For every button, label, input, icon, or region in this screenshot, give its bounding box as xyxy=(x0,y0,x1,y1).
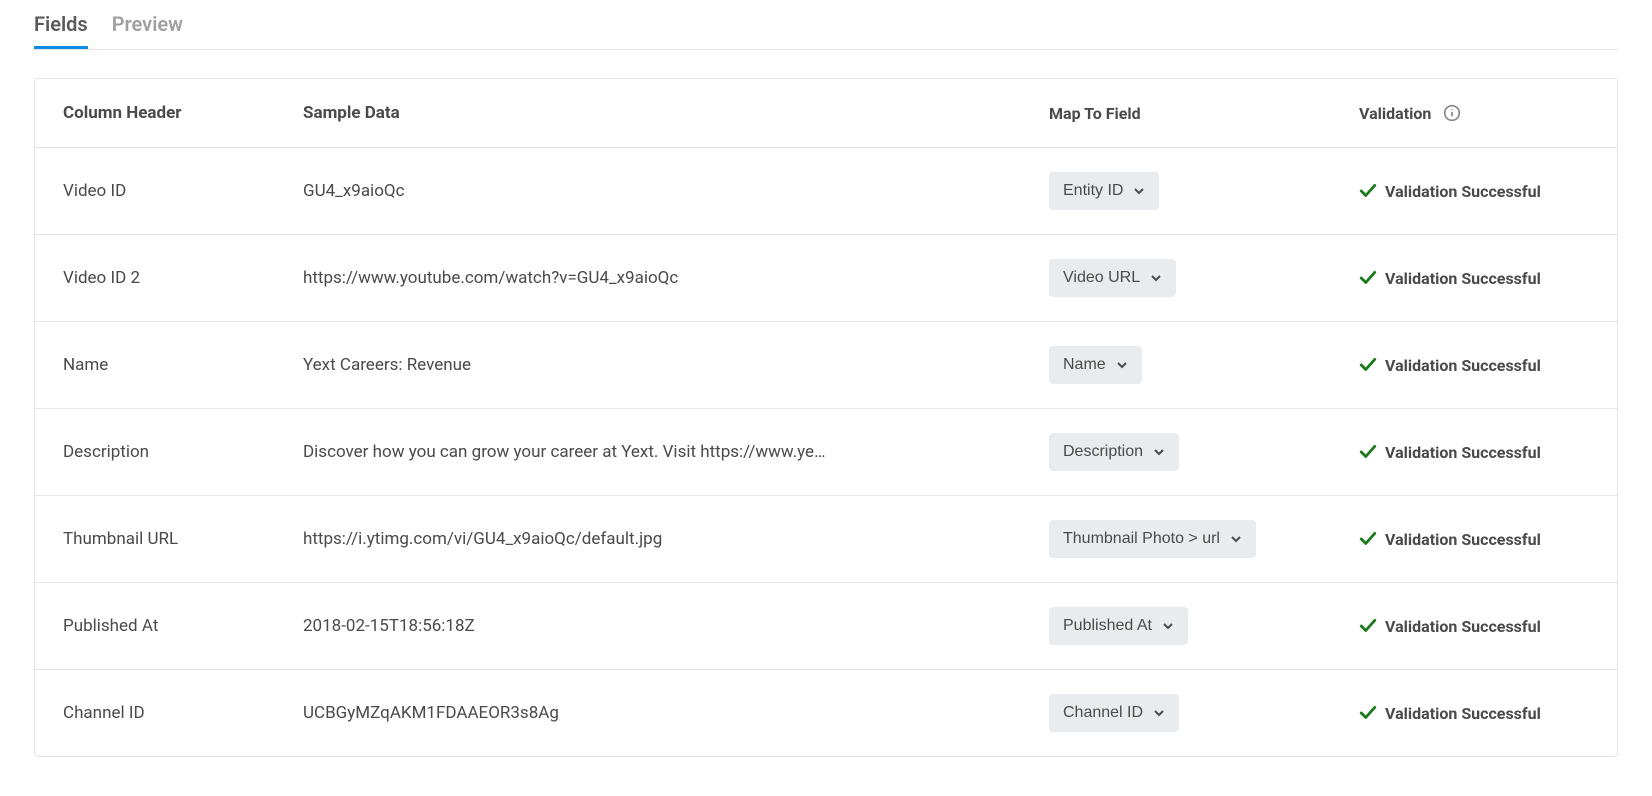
validation-status: Validation Successful xyxy=(1385,443,1541,462)
table-row: Video ID GU4_x9aioQc Entity ID Validatio… xyxy=(35,148,1617,235)
map-field-dropdown[interactable]: Name xyxy=(1049,346,1142,384)
validation-status: Validation Successful xyxy=(1385,182,1541,201)
fields-table: Column Header Sample Data Map To Field V… xyxy=(34,78,1618,757)
dropdown-label: Description xyxy=(1063,443,1143,461)
validation-status: Validation Successful xyxy=(1385,617,1541,636)
cell-sample: UCBGyMZqAKM1FDAAEOR3s8Ag xyxy=(303,703,1049,723)
check-icon xyxy=(1359,443,1377,461)
cell-sample: Discover how you can grow your career at… xyxy=(303,442,1049,462)
dropdown-label: Channel ID xyxy=(1063,704,1143,722)
chevron-down-icon xyxy=(1153,446,1165,458)
tab-preview[interactable]: Preview xyxy=(112,12,183,49)
check-icon xyxy=(1359,269,1377,287)
validation-status: Validation Successful xyxy=(1385,269,1541,288)
info-icon[interactable] xyxy=(1443,104,1461,122)
tabs-bar: Fields Preview xyxy=(34,0,1618,50)
map-field-dropdown[interactable]: Video URL xyxy=(1049,259,1176,297)
cell-sample: 2018-02-15T18:56:18Z xyxy=(303,616,1049,636)
dropdown-label: Thumbnail Photo > url xyxy=(1063,530,1220,548)
cell-sample: https://i.ytimg.com/vi/GU4_x9aioQc/defau… xyxy=(303,529,1049,549)
chevron-down-icon xyxy=(1150,272,1162,284)
cell-column: Thumbnail URL xyxy=(63,529,303,549)
table-row: Name Yext Careers: Revenue Name Validati… xyxy=(35,322,1617,409)
th-map-to-field: Map To Field xyxy=(1049,104,1359,123)
th-sample-data: Sample Data xyxy=(303,103,1049,123)
validation-status: Validation Successful xyxy=(1385,356,1541,375)
validation-status: Validation Successful xyxy=(1385,530,1541,549)
cell-sample: GU4_x9aioQc xyxy=(303,181,1049,201)
map-field-dropdown[interactable]: Thumbnail Photo > url xyxy=(1049,520,1256,558)
chevron-down-icon xyxy=(1153,707,1165,719)
chevron-down-icon xyxy=(1230,533,1242,545)
table-row: Thumbnail URL https://i.ytimg.com/vi/GU4… xyxy=(35,496,1617,583)
th-validation-label: Validation xyxy=(1359,104,1431,123)
cell-column: Name xyxy=(63,355,303,375)
chevron-down-icon xyxy=(1162,620,1174,632)
table-row: Published At 2018-02-15T18:56:18Z Publis… xyxy=(35,583,1617,670)
map-field-dropdown[interactable]: Channel ID xyxy=(1049,694,1179,732)
table-row: Description Discover how you can grow yo… xyxy=(35,409,1617,496)
cell-column: Description xyxy=(63,442,303,462)
dropdown-label: Name xyxy=(1063,356,1106,374)
map-field-dropdown[interactable]: Description xyxy=(1049,433,1179,471)
table-row: Video ID 2 https://www.youtube.com/watch… xyxy=(35,235,1617,322)
cell-sample: https://www.youtube.com/watch?v=GU4_x9ai… xyxy=(303,268,1049,288)
cell-sample: Yext Careers: Revenue xyxy=(303,355,1049,375)
check-icon xyxy=(1359,617,1377,635)
dropdown-label: Video URL xyxy=(1063,269,1140,287)
table-header-row: Column Header Sample Data Map To Field V… xyxy=(35,79,1617,148)
chevron-down-icon xyxy=(1116,359,1128,371)
cell-column: Published At xyxy=(63,616,303,636)
th-column-header: Column Header xyxy=(63,103,303,123)
dropdown-label: Entity ID xyxy=(1063,182,1123,200)
tab-fields[interactable]: Fields xyxy=(34,12,88,49)
check-icon xyxy=(1359,356,1377,374)
th-validation: Validation xyxy=(1359,104,1589,123)
check-icon xyxy=(1359,530,1377,548)
cell-column: Video ID 2 xyxy=(63,268,303,288)
map-field-dropdown[interactable]: Published At xyxy=(1049,607,1188,645)
cell-column: Video ID xyxy=(63,181,303,201)
dropdown-label: Published At xyxy=(1063,617,1152,635)
cell-column: Channel ID xyxy=(63,703,303,723)
map-field-dropdown[interactable]: Entity ID xyxy=(1049,172,1159,210)
validation-status: Validation Successful xyxy=(1385,704,1541,723)
check-icon xyxy=(1359,704,1377,722)
check-icon xyxy=(1359,182,1377,200)
table-row: Channel ID UCBGyMZqAKM1FDAAEOR3s8Ag Chan… xyxy=(35,670,1617,756)
chevron-down-icon xyxy=(1133,185,1145,197)
